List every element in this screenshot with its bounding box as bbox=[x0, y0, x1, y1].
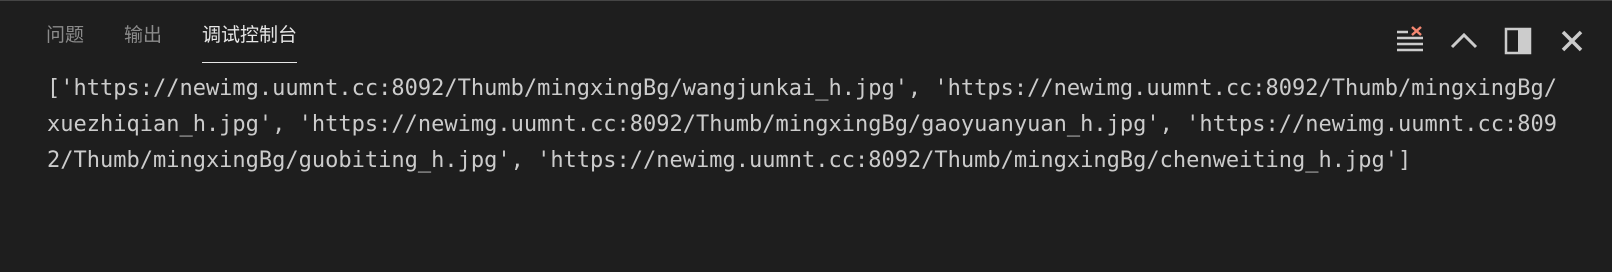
tab-debug-console[interactable]: 调试控制台 bbox=[192, 1, 307, 65]
tab-problems[interactable]: 问题 bbox=[36, 1, 94, 65]
debug-panel: 问题 输出 调试控制台 ['https://newimg.uumnt.cc:80… bbox=[0, 0, 1612, 272]
panel-tabs: 问题 输出 调试控制台 bbox=[36, 1, 327, 65]
collapse-panel-button[interactable] bbox=[1446, 23, 1482, 59]
close-icon bbox=[1556, 25, 1588, 57]
console-output: ['https://newimg.uumnt.cc:8092/Thumb/min… bbox=[47, 76, 1557, 173]
panel-actions bbox=[1374, 23, 1590, 59]
clear-console-button[interactable] bbox=[1392, 23, 1428, 59]
chevron-up-icon bbox=[1448, 25, 1480, 57]
close-panel-button[interactable] bbox=[1554, 23, 1590, 59]
maximize-panel-button[interactable] bbox=[1500, 23, 1536, 59]
maximize-panel-icon bbox=[1502, 25, 1534, 57]
clear-console-icon bbox=[1394, 25, 1426, 57]
tab-output[interactable]: 输出 bbox=[114, 1, 172, 65]
